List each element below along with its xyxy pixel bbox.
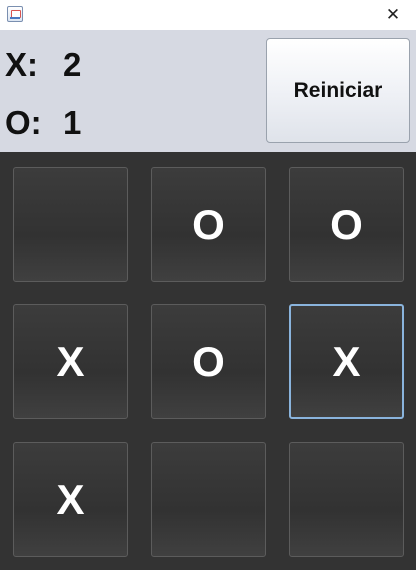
board-cell-5[interactable]: O <box>151 304 266 419</box>
title-bar: ✕ <box>0 0 416 30</box>
score-panel: X: 2 O: 1 Reiniciar <box>0 30 416 152</box>
game-board: O O X O X X <box>0 152 416 570</box>
score-x: X: 2 <box>5 48 81 81</box>
java-icon <box>7 6 23 22</box>
board-cell-4[interactable]: X <box>13 304 128 419</box>
score-o-value: 1 <box>63 104 82 141</box>
board-cell-3[interactable]: O <box>289 167 404 282</box>
score-o-label: O: <box>5 104 42 141</box>
score-x-value: 2 <box>63 46 82 83</box>
board-cell-7[interactable]: X <box>13 442 128 557</box>
score-x-label: X: <box>5 46 38 83</box>
board-cell-9[interactable] <box>289 442 404 557</box>
close-button[interactable]: ✕ <box>370 0 416 30</box>
reset-button[interactable]: Reiniciar <box>266 38 410 143</box>
board-cell-8[interactable] <box>151 442 266 557</box>
close-icon: ✕ <box>385 5 401 25</box>
board-cell-6[interactable]: X <box>289 304 404 419</box>
score-o: O: 1 <box>5 106 81 139</box>
board-cell-1[interactable] <box>13 167 128 282</box>
board-cell-2[interactable]: O <box>151 167 266 282</box>
